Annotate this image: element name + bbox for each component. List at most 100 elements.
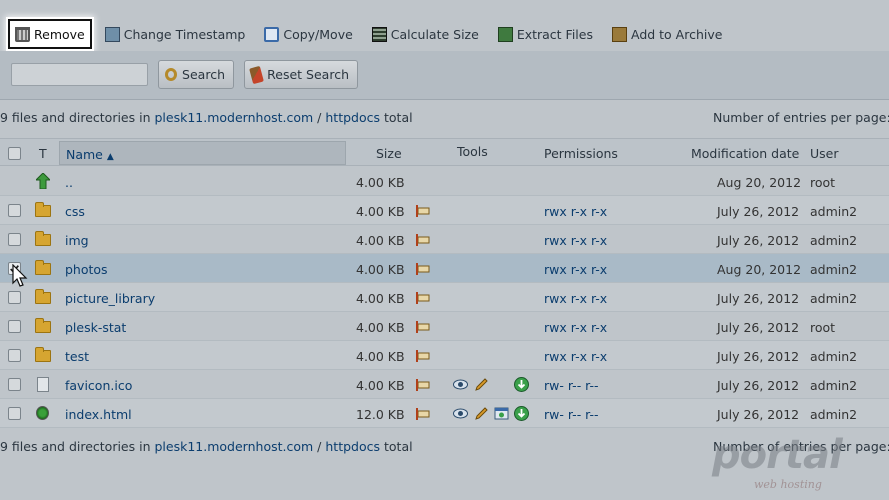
file-name-link[interactable]: plesk-stat [65,320,126,335]
folder-icon [35,202,51,217]
user-column-header[interactable]: User [810,146,839,161]
modification-date: July 26, 2012 [717,407,800,422]
download-icon[interactable] [514,377,529,392]
copy-move-button[interactable]: Copy/Move [258,19,358,49]
folder-icon [35,347,51,362]
permissions-link[interactable]: rwx r-x r-x [544,262,607,277]
count-text: 9 files and directories in [0,439,151,454]
total-text: total [384,110,413,125]
file-size: 4.00 KB [356,233,405,248]
file-size: 4.00 KB [356,320,405,335]
file-name-link[interactable]: .. [65,175,73,190]
modification-date: Aug 20, 2012 [717,175,802,190]
timestamp-icon [104,26,120,42]
type-column-header: T [39,146,47,161]
properties-icon[interactable] [415,205,430,217]
edit-icon[interactable] [474,377,489,392]
properties-icon[interactable] [415,321,430,333]
properties-icon[interactable] [415,234,430,246]
row-checkbox[interactable] [8,320,21,333]
properties-icon[interactable] [415,263,430,275]
file-toolbar: Remove Change Timestamp Copy/Move Calcul… [0,17,889,51]
copy-move-label: Copy/Move [283,26,353,42]
sort-ascending-icon: ▲ [106,152,114,162]
table-row: favicon.ico 4.00 KB rw- r-- r-- July 26,… [0,370,889,399]
add-to-archive-button[interactable]: Add to Archive [606,19,728,49]
html-file-icon [36,406,49,420]
file-name-link[interactable]: index.html [65,407,132,422]
size-column-header[interactable]: Size [376,146,402,161]
path-summary: 9 files and directories in plesk11.moder… [0,439,413,454]
file-size: 4.00 KB [356,378,405,393]
permissions-link[interactable]: rwx r-x r-x [544,204,607,219]
calculate-size-button[interactable]: Calculate Size [366,19,485,49]
file-name-link[interactable]: photos [65,262,108,277]
permissions-link[interactable]: rw- r-- r-- [544,378,599,393]
folder-icon [35,318,51,333]
remove-label: Remove [34,26,85,42]
permissions-link[interactable]: rwx r-x r-x [544,320,607,335]
folder-link[interactable]: httpdocs [325,439,380,454]
table-row: plesk-stat 4.00 KB rwx r-x r-x July 26, … [0,312,889,341]
change-timestamp-button[interactable]: Change Timestamp [99,19,252,49]
view-icon[interactable] [453,377,468,392]
file-name-link[interactable]: picture_library [65,291,155,306]
file-name-link[interactable]: img [65,233,89,248]
path-summary: 9 files and directories in plesk11.moder… [0,110,413,125]
permissions-link[interactable]: rwx r-x r-x [544,291,607,306]
add-to-archive-label: Add to Archive [630,26,723,42]
row-checkbox[interactable] [8,407,21,420]
view-icon[interactable] [453,406,468,421]
row-checkbox[interactable] [8,291,21,304]
row-checkbox[interactable] [8,262,21,275]
file-icon [37,377,49,392]
properties-icon[interactable] [415,408,430,420]
properties-icon[interactable] [415,379,430,391]
name-column-label: Name [66,147,103,162]
modification-date: July 26, 2012 [717,204,800,219]
folder-link[interactable]: httpdocs [325,110,380,125]
select-all-checkbox[interactable] [8,147,21,160]
owner-user: admin2 [810,378,858,393]
up-arrow-icon[interactable] [36,173,50,189]
row-checkbox[interactable] [8,378,21,391]
table-row: index.html 12.0 KB rw- r-- r-- July 26, … [0,399,889,428]
permissions-column-header[interactable]: Permissions [544,146,618,161]
magnifier-icon [165,68,178,81]
permissions-link[interactable]: rw- r-- r-- [544,407,599,422]
extract-files-button[interactable]: Extract Files [492,19,599,49]
row-checkbox[interactable] [8,204,21,217]
modification-date: Aug 20, 2012 [717,262,802,277]
file-size: 4.00 KB [356,349,405,364]
path-separator: / [317,439,322,454]
permissions-link[interactable]: rwx r-x r-x [544,349,607,364]
edit-icon[interactable] [474,406,489,421]
properties-icon[interactable] [415,350,430,362]
table-row: .. 4.00 KB Aug 20, 2012 root [0,167,889,196]
host-link[interactable]: plesk11.modernhost.com [155,110,314,125]
broom-icon [249,65,265,84]
file-name-link[interactable]: test [65,349,89,364]
file-size: 4.00 KB [356,262,405,277]
search-button[interactable]: Search [158,60,234,89]
properties-icon[interactable] [415,292,430,304]
reset-search-button[interactable]: Reset Search [244,60,358,89]
name-column-header[interactable]: Name ▲ [59,141,346,165]
row-checkbox[interactable] [8,233,21,246]
modification-date-column-header[interactable]: Modification date [691,146,799,161]
html-editor-icon[interactable] [494,406,509,421]
host-link[interactable]: plesk11.modernhost.com [155,439,314,454]
file-size: 4.00 KB [356,175,405,190]
summary-top: 9 files and directories in plesk11.moder… [0,108,889,128]
download-icon[interactable] [514,406,529,421]
folder-icon [35,289,51,304]
row-checkbox[interactable] [8,349,21,362]
file-size: 4.00 KB [356,291,405,306]
entries-per-page: Number of entries per page: 1 [713,110,889,125]
permissions-link[interactable]: rwx r-x r-x [544,233,607,248]
search-input[interactable] [11,63,148,86]
file-name-link[interactable]: favicon.ico [65,378,132,393]
remove-button[interactable]: Remove [8,19,92,49]
file-name-link[interactable]: css [65,204,85,219]
search-button-label: Search [182,67,225,82]
